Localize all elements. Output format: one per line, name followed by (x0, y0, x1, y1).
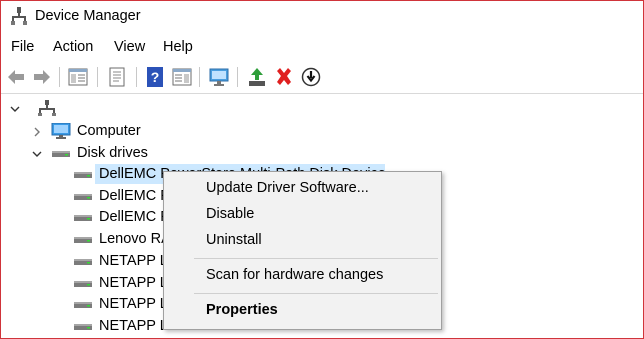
disk-drive-icon (73, 318, 93, 334)
scan-hardware-icon[interactable] (208, 66, 230, 88)
uninstall-icon[interactable] (273, 66, 295, 88)
toolbar-separator (97, 67, 98, 87)
tree-item-label: Computer (77, 123, 141, 139)
menu-file[interactable]: File (11, 39, 34, 55)
disk-drive-icon (73, 166, 93, 182)
disk-drive-icon (73, 209, 93, 225)
disk-drive-icon (73, 296, 93, 312)
computer-host-icon (37, 100, 57, 116)
tree-item-device[interactable]: DellEMC P (73, 186, 170, 206)
tree-item-computer[interactable]: Computer (31, 121, 141, 141)
tree-item-device[interactable]: NETAPP L (73, 251, 168, 271)
properties-icon[interactable] (106, 66, 128, 88)
toolbar-separator (199, 67, 200, 87)
menu-separator (194, 258, 438, 259)
tree-item-device[interactable]: Lenovo RA (73, 229, 171, 249)
device-label: DellEMC P (99, 209, 170, 225)
tree-root-row[interactable] (9, 98, 63, 118)
toolbar-separator (136, 67, 137, 87)
window-title: Device Manager (35, 8, 141, 24)
help-icon[interactable]: ? (144, 66, 166, 88)
device-manager-window: Device Manager File Action View Help ? C… (0, 0, 644, 339)
disk-drive-icon (73, 188, 93, 204)
tree-item-label: Disk drives (77, 145, 148, 161)
tree-item-device[interactable]: DellEMC P (73, 207, 170, 227)
expand-chevron-icon[interactable] (31, 125, 43, 137)
device-label: NETAPP L (99, 296, 168, 312)
action-pane-icon[interactable] (171, 66, 193, 88)
device-label: NETAPP L (99, 275, 168, 291)
device-label: Lenovo RA (99, 231, 171, 247)
menu-bar: File Action View Help (1, 37, 643, 59)
menu-separator (194, 293, 438, 294)
tree-item-device[interactable]: NETAPP L (73, 294, 168, 314)
menu-item-scan-hardware[interactable]: Scan for hardware changes (206, 267, 383, 283)
collapse-chevron-icon[interactable] (9, 102, 21, 114)
device-label: DellEMC P (99, 188, 170, 204)
menu-item-uninstall[interactable]: Uninstall (206, 232, 262, 248)
menu-help[interactable]: Help (163, 39, 193, 55)
disk-drive-icon (73, 253, 93, 269)
toolbar: ? (1, 61, 643, 94)
title-bar: Device Manager (1, 1, 643, 33)
menu-view[interactable]: View (114, 39, 145, 55)
menu-item-update-driver[interactable]: Update Driver Software... (206, 180, 369, 196)
computer-monitor-icon (51, 122, 71, 139)
toolbar-separator (59, 67, 60, 87)
update-driver-icon[interactable] (246, 66, 268, 88)
back-icon[interactable] (5, 66, 27, 88)
device-manager-app-icon (11, 7, 27, 25)
forward-icon[interactable] (31, 66, 53, 88)
collapse-chevron-icon[interactable] (31, 147, 43, 159)
show-hide-console-tree-icon[interactable] (67, 66, 89, 88)
menu-item-properties[interactable]: Properties (206, 302, 278, 318)
toolbar-separator (237, 67, 238, 87)
tree-item-disk-drives[interactable]: Disk drives (31, 143, 148, 163)
context-menu: Update Driver Software... Disable Uninst… (163, 171, 442, 330)
disable-icon[interactable] (300, 66, 322, 88)
device-label: NETAPP L (99, 253, 168, 269)
disk-drive-icon (73, 231, 93, 247)
menu-action[interactable]: Action (53, 39, 93, 55)
svg-text:?: ? (151, 69, 160, 85)
disk-drive-icon (51, 145, 71, 161)
disk-drive-icon (73, 275, 93, 291)
menu-item-disable[interactable]: Disable (206, 206, 254, 222)
tree-item-device[interactable]: NETAPP L (73, 273, 168, 293)
